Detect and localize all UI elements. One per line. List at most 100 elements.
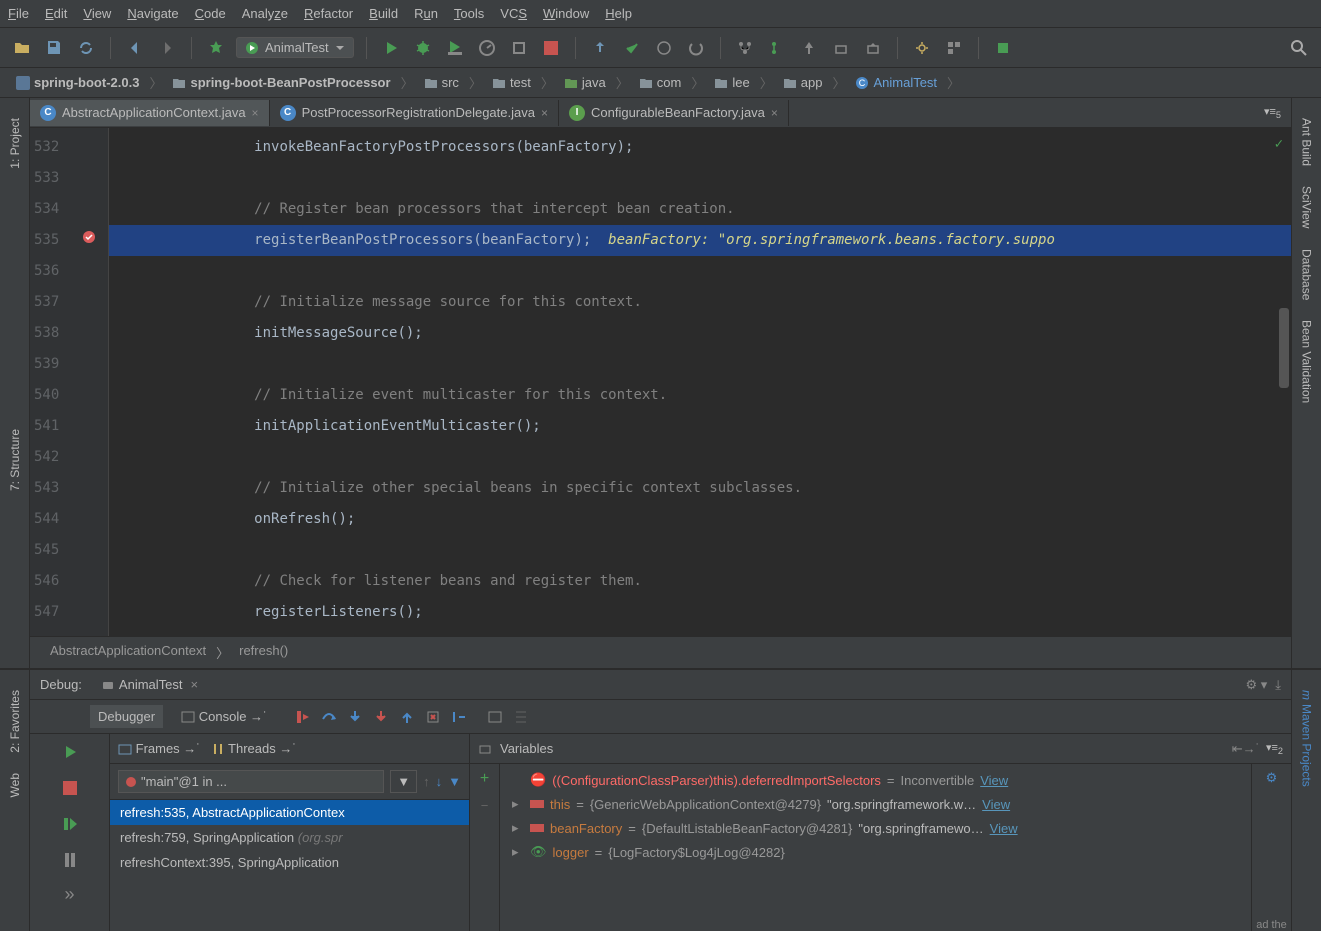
close-icon[interactable]: ×	[771, 106, 778, 120]
trace-icon[interactable]	[513, 709, 529, 725]
chevron-down-icon[interactable]: ▼	[390, 770, 417, 793]
tool-database[interactable]: Database	[1300, 249, 1314, 300]
stash-icon[interactable]	[829, 36, 853, 60]
menu-analyze[interactable]: Analyze	[242, 6, 288, 21]
build-icon[interactable]	[204, 36, 228, 60]
frame-item[interactable]: refresh:535, AbstractApplicationContex	[110, 800, 469, 825]
code-bc-class[interactable]: AbstractApplicationContext	[50, 643, 206, 662]
down-arrow-icon[interactable]: ↓	[436, 774, 443, 789]
menu-code[interactable]: Code	[195, 6, 226, 21]
coverage-icon[interactable]	[443, 36, 467, 60]
force-step-into-icon[interactable]	[373, 709, 389, 725]
vcs-revert-icon[interactable]	[684, 36, 708, 60]
stop-icon[interactable]	[58, 776, 82, 800]
menu-help[interactable]: Help	[605, 6, 632, 21]
add-watch-icon[interactable]: +	[480, 770, 489, 788]
variable-item[interactable]: ▸ this = {GenericWebApplicationContext@4…	[508, 792, 1243, 816]
tab-abstract-application-context[interactable]: C AbstractApplicationContext.java ×	[30, 100, 270, 126]
tool-web[interactable]: Web	[8, 773, 22, 797]
menu-file[interactable]: File	[8, 6, 29, 21]
frame-item[interactable]: refresh:759, SpringApplication (org.spr	[110, 825, 469, 850]
project-structure-icon[interactable]	[942, 36, 966, 60]
unstash-icon[interactable]	[861, 36, 885, 60]
frame-list[interactable]: refresh:535, AbstractApplicationContexre…	[110, 800, 469, 931]
close-icon[interactable]: ×	[541, 106, 548, 120]
menu-build[interactable]: Build	[369, 6, 398, 21]
bc-test[interactable]: test	[486, 73, 537, 92]
rerun-icon[interactable]	[58, 740, 82, 764]
gear-icon[interactable]: ⚙	[1266, 770, 1278, 786]
debug-icon[interactable]	[411, 36, 435, 60]
bc-class[interactable]: CAnimalTest	[849, 73, 943, 92]
tool-bean-validation[interactable]: Bean Validation	[1300, 320, 1314, 403]
profile-icon[interactable]	[475, 36, 499, 60]
scrollbar-thumb[interactable]	[1279, 308, 1289, 388]
settings-icon[interactable]	[910, 36, 934, 60]
tab-configurable-bean-factory[interactable]: I ConfigurableBeanFactory.java ×	[559, 100, 789, 126]
run-icon[interactable]	[379, 36, 403, 60]
drop-frame-icon[interactable]	[425, 709, 441, 725]
tool-structure[interactable]: 7: Structure	[8, 429, 22, 491]
restore-icon[interactable]: ⇤→˙	[1232, 741, 1260, 757]
new-branch-icon[interactable]	[765, 36, 789, 60]
gear-icon[interactable]: ⚙ ▾	[1245, 677, 1267, 693]
menu-navigate[interactable]: Navigate	[127, 6, 178, 21]
menu-vcs[interactable]: VCS	[500, 6, 527, 21]
vcs-history-icon[interactable]	[652, 36, 676, 60]
stop-icon[interactable]	[539, 36, 563, 60]
remove-watch-icon[interactable]: −	[481, 798, 489, 813]
menu-tools[interactable]: Tools	[454, 6, 484, 21]
frame-item[interactable]: refreshContext:395, SpringApplication	[110, 850, 469, 875]
up-arrow-icon[interactable]: ↑	[423, 774, 430, 789]
variable-item[interactable]: ⛔ ((ConfigurationClassParser)this).defer…	[508, 768, 1243, 792]
debugger-tab[interactable]: Debugger	[90, 705, 163, 728]
bc-app[interactable]: app	[777, 73, 829, 92]
code-editor[interactable]: 5325335345355365375385395405415425435445…	[30, 128, 1291, 636]
variable-item[interactable]: ▸👁 logger = {LogFactory$Log4jLog@4282}	[508, 840, 1243, 864]
tool-ant-build[interactable]: Ant Build	[1300, 118, 1314, 166]
attach-icon[interactable]	[507, 36, 531, 60]
tool-project[interactable]: 1: Project	[8, 118, 22, 169]
show-execution-point-icon[interactable]	[295, 709, 311, 725]
evaluate-expression-icon[interactable]	[487, 709, 503, 725]
filter-icon[interactable]: ▼	[448, 774, 461, 789]
threads-tab[interactable]: Threads →˙	[211, 741, 297, 757]
more-icon[interactable]: »	[64, 884, 74, 905]
save-all-icon[interactable]	[42, 36, 66, 60]
resume-icon[interactable]	[58, 812, 82, 836]
menu-view[interactable]: View	[83, 6, 111, 21]
code-body[interactable]: ✓ invokeBeanFactoryPostProcessors(beanFa…	[109, 128, 1291, 636]
vcs-update-icon[interactable]	[588, 36, 612, 60]
open-icon[interactable]	[10, 36, 34, 60]
menu-edit[interactable]: Edit	[45, 6, 67, 21]
menu-window[interactable]: Window	[543, 6, 589, 21]
tab-post-processor[interactable]: C PostProcessorRegistrationDelegate.java…	[270, 100, 559, 126]
branch-icon[interactable]	[733, 36, 757, 60]
bc-src[interactable]: src	[418, 73, 465, 92]
bc-lee[interactable]: lee	[708, 73, 755, 92]
bc-java[interactable]: java	[558, 73, 612, 92]
scrollbar[interactable]	[1279, 158, 1289, 558]
search-everywhere-icon[interactable]	[1287, 36, 1311, 60]
bc-module[interactable]: spring-boot-BeanPostProcessor	[166, 73, 396, 92]
plugin-icon[interactable]	[991, 36, 1015, 60]
menu-refactor[interactable]: Refactor	[304, 6, 353, 21]
step-over-icon[interactable]	[321, 709, 337, 725]
step-out-icon[interactable]	[399, 709, 415, 725]
tabs-menu-icon[interactable]: ▾≡5	[1264, 105, 1281, 120]
download-icon[interactable]: ⤓	[1275, 677, 1281, 693]
tool-maven[interactable]: m Maven Projects	[1300, 690, 1314, 787]
vcs-commit-icon[interactable]	[620, 36, 644, 60]
sync-icon[interactable]	[74, 36, 98, 60]
pause-icon[interactable]	[58, 848, 82, 872]
console-tab[interactable]: Console →˙	[173, 705, 275, 729]
back-icon[interactable]	[123, 36, 147, 60]
bc-com[interactable]: com	[633, 73, 688, 92]
thread-dropdown[interactable]: "main"@1 in ...	[118, 770, 384, 793]
debug-session-tab[interactable]: AnimalTest ×	[92, 673, 207, 696]
forward-icon[interactable]	[155, 36, 179, 60]
variables-list[interactable]: ⛔ ((ConfigurationClassParser)this).defer…	[500, 764, 1251, 931]
menu-run[interactable]: Run	[414, 6, 438, 21]
frames-tab[interactable]: Frames →˙	[118, 741, 201, 757]
close-icon[interactable]: ×	[252, 106, 259, 120]
